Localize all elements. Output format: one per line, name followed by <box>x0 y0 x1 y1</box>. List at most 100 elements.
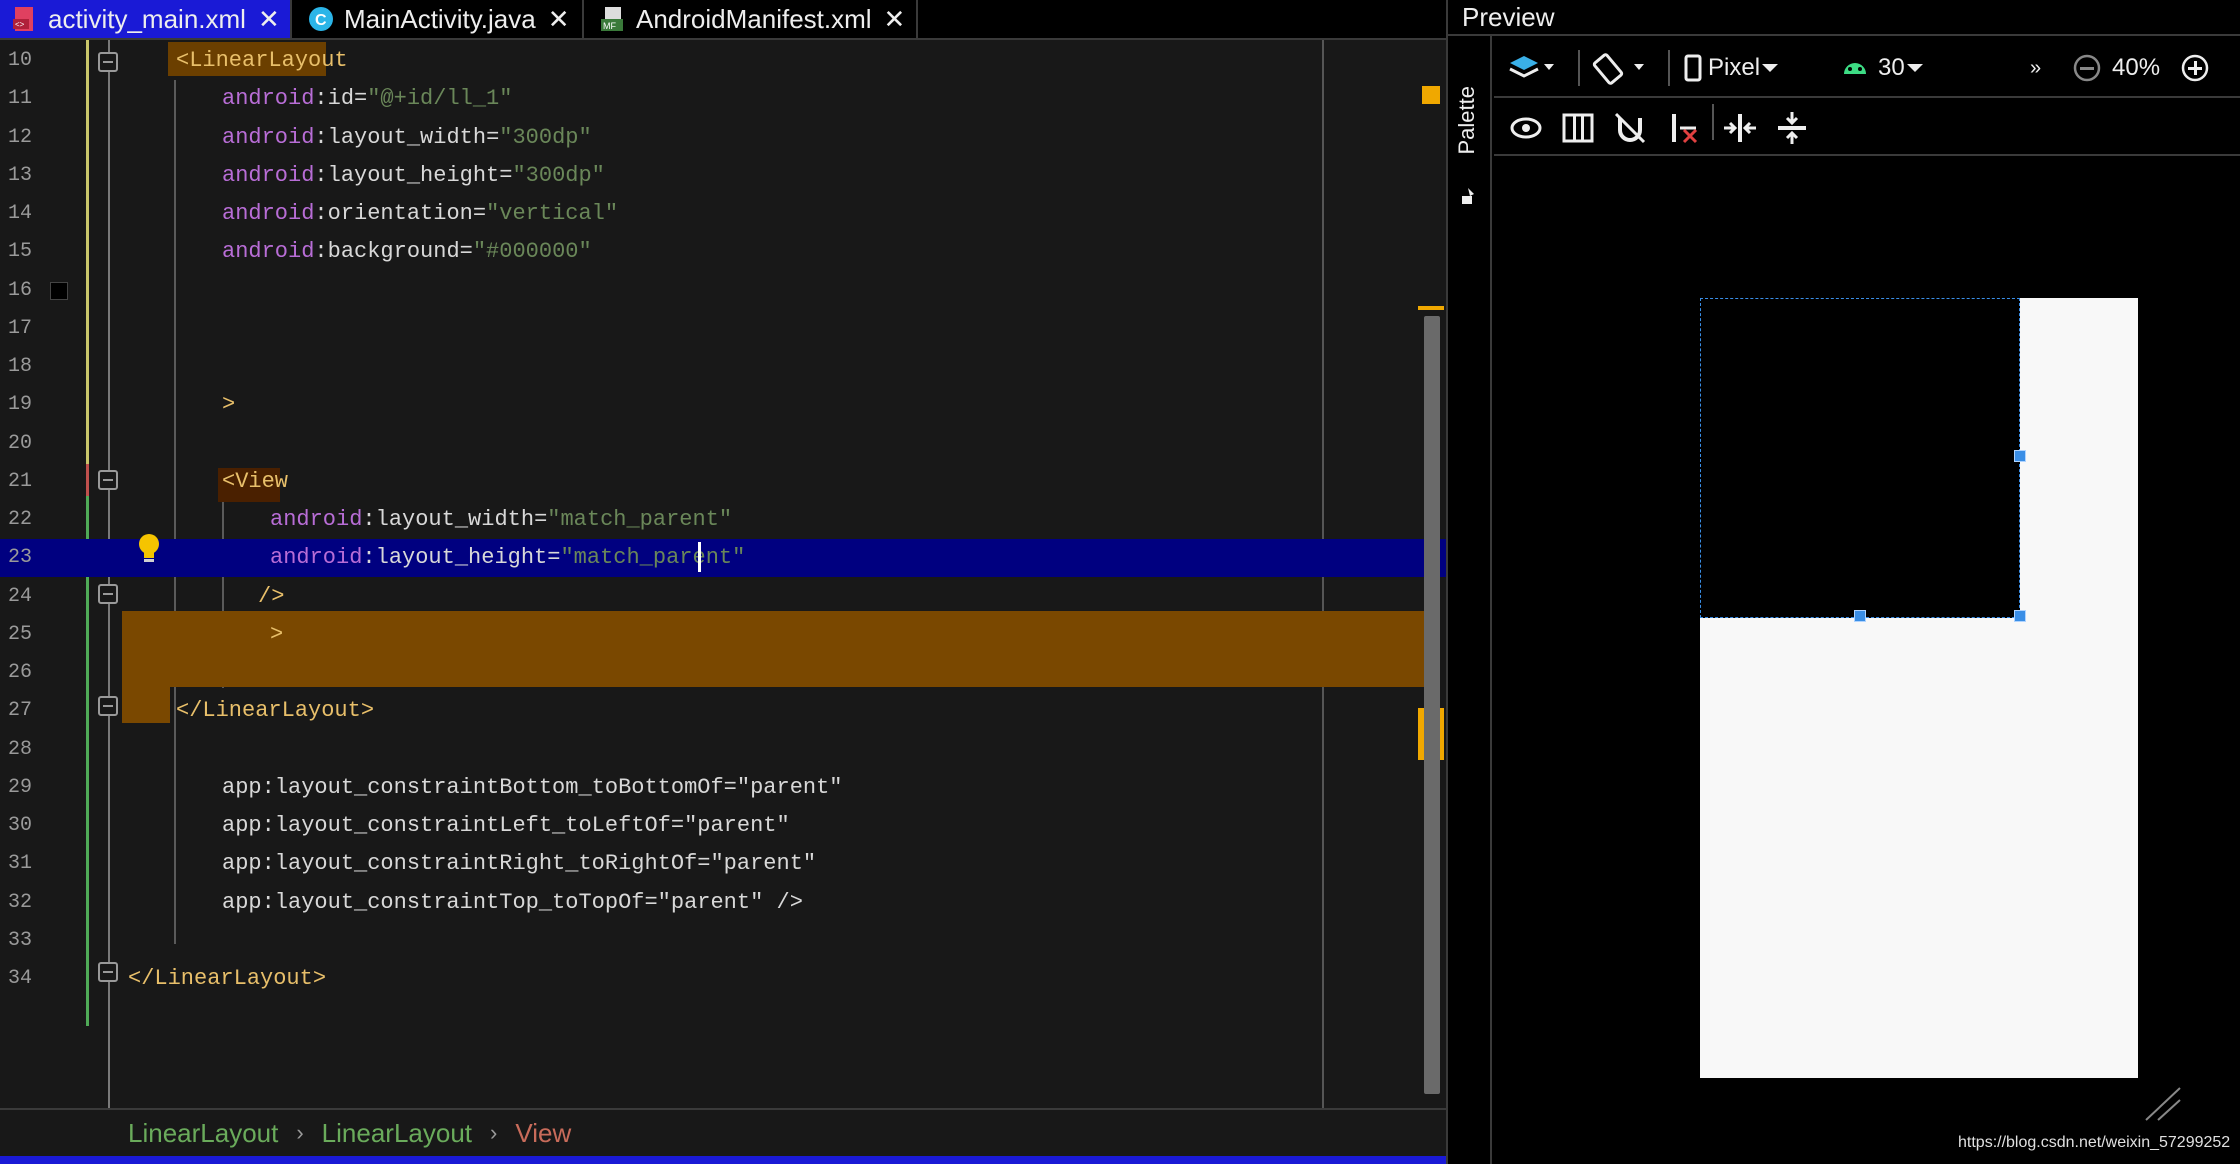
code-line[interactable]: 18 <box>0 348 1446 386</box>
fold-toggle[interactable] <box>98 52 118 72</box>
close-icon[interactable]: ✕ <box>548 4 570 35</box>
selected-linear-layout[interactable] <box>1700 298 2020 618</box>
code-line[interactable]: 15 android:background="#000000" <box>0 233 1446 271</box>
fold-toggle[interactable] <box>98 584 118 604</box>
breadcrumb-item[interactable]: LinearLayout <box>128 1118 278 1149</box>
code-line[interactable]: 19 > <box>0 386 1446 424</box>
chevron-right-icon: › <box>490 1120 498 1145</box>
code-line[interactable]: 29 app:layout_constraintBottom_toBottomOf… <box>0 769 1446 807</box>
scrollbar-marker[interactable] <box>1418 306 1444 310</box>
code-line[interactable]: 31 app:layout_constraintRight_toRightOf="… <box>0 845 1446 883</box>
close-icon[interactable]: ✕ <box>884 4 906 35</box>
code-line[interactable]: 25 > <box>0 616 1446 654</box>
code-line[interactable]: 13 android:layout_height="300dp" <box>0 157 1446 195</box>
overflow-menu[interactable]: » <box>2030 38 2041 98</box>
code-line[interactable]: 30 app:layout_constraintLeft_toLeftOf="pa… <box>0 807 1446 845</box>
code-text: > <box>270 616 283 654</box>
code-line[interactable]: 11 android:id="@+id/ll_1" <box>0 80 1446 118</box>
magnet-off-icon[interactable] <box>1612 110 1648 146</box>
token-tag: </LinearLayout> <box>128 966 327 991</box>
palette-tab[interactable]: Palette <box>1454 86 1480 155</box>
code-text: android:layout_height="300dp" <box>222 157 605 195</box>
code-line[interactable]: 21 <View <box>0 463 1446 501</box>
code-line[interactable]: 14 android:orientation="vertical" <box>0 195 1446 233</box>
code-text: </LinearLayout> <box>128 960 326 998</box>
tab-android-manifest-xml[interactable]: MF AndroidManifest.xml ✕ <box>588 0 918 38</box>
code-line[interactable]: 16 <box>0 272 1446 310</box>
pack-vertical-icon[interactable] <box>1774 110 1810 146</box>
lightbulb-icon[interactable] <box>136 532 162 566</box>
code-line[interactable]: 33 <box>0 922 1446 960</box>
code-line[interactable]: 22 android:layout_width="match_parent" <box>0 501 1446 539</box>
color-swatch[interactable] <box>50 282 68 300</box>
resize-grip-icon[interactable] <box>2142 1086 2182 1122</box>
token-attr: :layout_width <box>362 507 535 532</box>
tab-divider <box>290 0 292 38</box>
fold-toggle[interactable] <box>98 470 118 490</box>
token-attr: :id <box>314 86 355 111</box>
resize-handle-corner[interactable] <box>2014 610 2026 622</box>
code-line[interactable]: 24 /> <box>0 578 1446 616</box>
token-ns: android <box>222 86 315 111</box>
double-chevron-icon: » <box>2030 56 2042 79</box>
line-number: 29 <box>8 776 33 799</box>
close-icon[interactable]: ✕ <box>258 4 280 35</box>
inspection-status-icon[interactable] <box>1422 86 1440 104</box>
breadcrumb-item[interactable]: LinearLayout <box>322 1118 472 1149</box>
resize-handle-right[interactable] <box>2014 450 2026 462</box>
eye-icon[interactable] <box>1508 110 1544 146</box>
token-eq: = <box>472 201 487 226</box>
code-text: app:layout_constraintBottom_toBottomOf="… <box>222 769 843 807</box>
line-number: 15 <box>8 240 33 263</box>
breadcrumb-item[interactable]: View <box>515 1118 571 1149</box>
code-line[interactable]: 20 <box>0 425 1446 463</box>
api-level-dropdown[interactable]: 30 <box>1838 38 1925 98</box>
code-line[interactable]: 23 android:layout_height="match_parent" <box>0 539 1446 577</box>
token-str: "300dp" <box>512 163 605 188</box>
code-line[interactable]: 17 <box>0 310 1446 348</box>
code-line[interactable]: 34 </LinearLayout> <box>0 960 1446 998</box>
orientation-dropdown[interactable] <box>1592 38 1650 98</box>
clear-constraints-icon[interactable] <box>1666 110 1702 146</box>
token-str: "vertical" <box>486 201 619 226</box>
code-line[interactable]: 12 android:layout_width="300dp" <box>0 119 1446 157</box>
code-text: android:id="@+id/ll_1" <box>222 80 512 118</box>
line-number: 26 <box>8 661 33 684</box>
token-attr: :layout_width <box>314 125 487 150</box>
fold-toggle[interactable] <box>98 696 118 716</box>
code-line[interactable]: 28 <box>0 731 1446 769</box>
line-number: 20 <box>8 432 33 455</box>
pack-horizontal-icon[interactable] <box>1722 110 1758 146</box>
resize-handle-bottom[interactable] <box>1854 610 1866 622</box>
fold-toggle[interactable] <box>98 962 118 982</box>
palette-icon[interactable] <box>1460 186 1480 206</box>
code-text: app:layout_constraintTop_toTopOf="parent… <box>222 884 803 922</box>
token-ns: android <box>222 163 315 188</box>
code-line[interactable]: 10 <LinearLayout <box>0 42 1446 80</box>
line-number: 21 <box>8 470 33 493</box>
design-surface-dropdown[interactable] <box>1508 38 1560 98</box>
line-number: 22 <box>8 508 33 531</box>
phone-icon <box>1684 54 1702 82</box>
code-line[interactable]: 26 <box>0 654 1446 692</box>
code-text: app:layout_constraintLeft_toLeftOf="pare… <box>222 807 790 845</box>
svg-text:MF: MF <box>603 21 616 31</box>
preview-toolbar: Pixel 30 » 40% <box>1494 38 2240 98</box>
device-name: Pixel <box>1708 54 1761 81</box>
line-number: 33 <box>8 929 33 952</box>
line-number: 30 <box>8 814 33 837</box>
tab-main-activity-java[interactable]: C MainActivity.java ✕ <box>296 0 582 38</box>
code-text: </LinearLayout> <box>176 692 374 730</box>
device-dropdown[interactable]: Pixel <box>1680 38 1780 98</box>
line-number: 25 <box>8 623 33 646</box>
vertical-scrollbar[interactable] <box>1424 316 1440 1094</box>
zoom-in-button[interactable] <box>2180 38 2210 98</box>
zoom-out-button[interactable] <box>2072 38 2102 98</box>
columns-icon[interactable] <box>1560 110 1596 146</box>
tab-activity-main-xml[interactable]: <> activity_main.xml ✕ <box>0 0 290 38</box>
code-line[interactable]: 32 app:layout_constraintTop_toTopOf="pare… <box>0 884 1446 922</box>
code-line[interactable]: 27 </LinearLayout> <box>0 692 1446 730</box>
zoom-value: 40% <box>2112 54 2161 81</box>
zoom-in-icon <box>2181 54 2209 82</box>
code-editor[interactable]: 10 <LinearLayout 11 android:id="@+id/ll_1" 1… <box>0 40 1446 1108</box>
